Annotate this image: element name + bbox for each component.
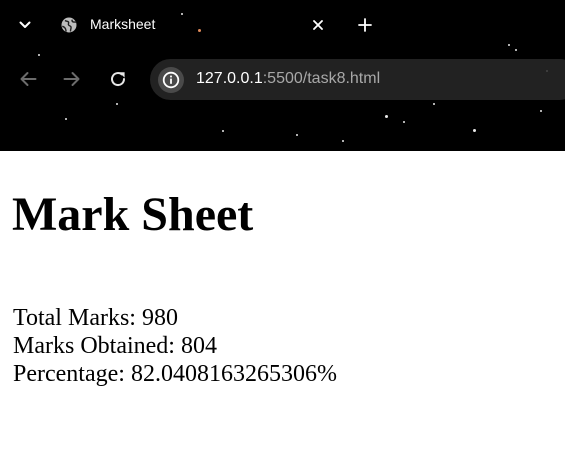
tab-close-button[interactable] (310, 17, 326, 33)
star-decoration (222, 130, 224, 132)
back-button[interactable] (17, 68, 39, 90)
url-path: :5500/task8.html (262, 70, 381, 87)
page-title: Mark Sheet (12, 188, 254, 241)
address-bar[interactable]: 127.0.0.1:5500/task8.html (150, 59, 565, 100)
star-decoration (385, 115, 388, 118)
star-decoration (540, 110, 542, 112)
page-content: Mark Sheet Total Marks: 980 Marks Obtain… (0, 151, 565, 462)
globe-icon (61, 17, 77, 33)
star-decoration (296, 134, 298, 136)
reload-icon (111, 72, 126, 87)
star-decoration (116, 103, 118, 105)
star-decoration (38, 54, 40, 56)
tab-title: Marksheet (90, 16, 156, 32)
forward-arrow-icon (63, 72, 80, 86)
tab-marksheet[interactable]: Marksheet (48, 6, 340, 44)
marks-obtained-line: Marks Obtained: 804 (13, 333, 217, 359)
tab-strip: Marksheet (0, 0, 565, 50)
tab-search-button[interactable] (14, 14, 36, 36)
percentage-line: Percentage: 82.0408163265306% (13, 361, 337, 387)
forward-button[interactable] (61, 68, 83, 90)
close-icon (313, 20, 323, 30)
star-decoration (65, 118, 67, 120)
total-marks-line: Total Marks: 980 (13, 305, 178, 331)
browser-chrome: Marksheet 127.0.0.1:5500/task8.html (0, 0, 565, 151)
star-decoration (342, 140, 344, 142)
results-block: Total Marks: 980 Marks Obtained: 804 Per… (13, 304, 337, 388)
url-host: 127.0.0.1 (196, 70, 263, 87)
browser-toolbar: 127.0.0.1:5500/task8.html (0, 58, 565, 102)
new-tab-button[interactable] (355, 15, 375, 35)
star-decoration (473, 129, 476, 132)
reload-button[interactable] (107, 68, 129, 90)
chevron-down-icon (19, 21, 31, 28)
plus-icon (358, 18, 372, 32)
star-decoration (403, 121, 405, 123)
info-icon (162, 71, 180, 89)
url-text[interactable]: 127.0.0.1:5500/task8.html (196, 70, 380, 88)
star-decoration (433, 103, 435, 105)
back-arrow-icon (20, 72, 37, 86)
site-info-button[interactable] (158, 67, 184, 93)
